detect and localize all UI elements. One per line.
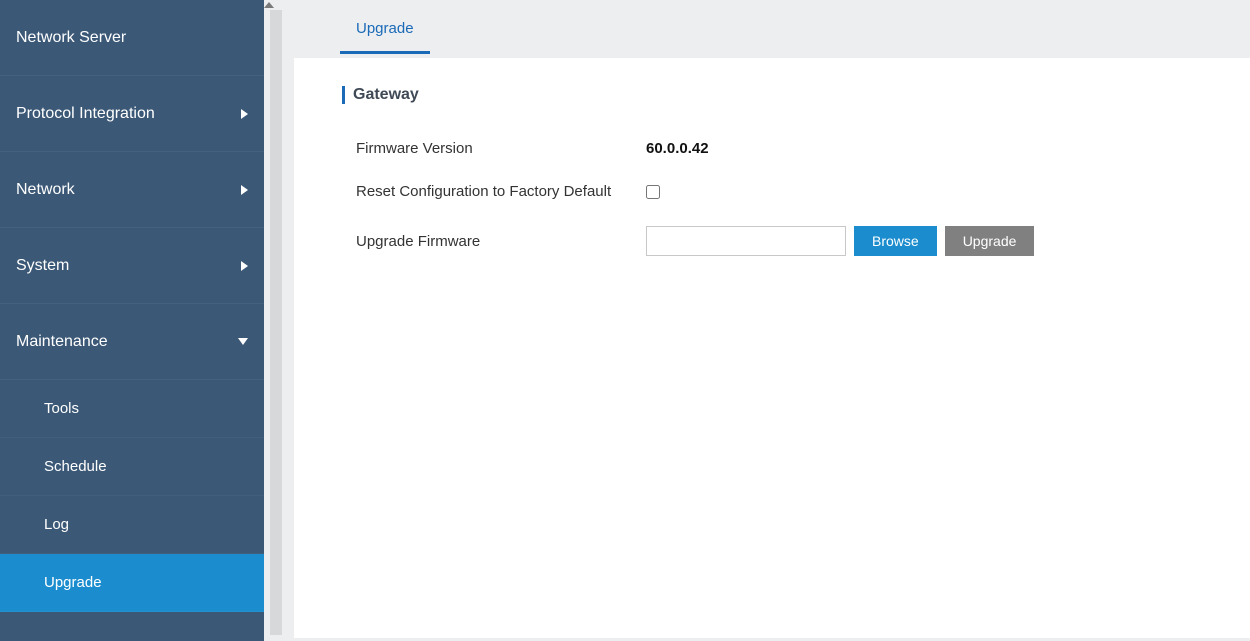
row-firmware-version: Firmware Version 60.0.0.42 (356, 140, 1202, 157)
input-firmware-file[interactable] (646, 226, 846, 256)
sidebar-subitem-label: Log (44, 516, 69, 533)
chevron-right-icon (241, 185, 248, 195)
sidebar-item-label: Maintenance (16, 333, 108, 351)
sidebar-item-network-server[interactable]: Network Server (0, 0, 264, 76)
label-upgrade-firmware: Upgrade Firmware (356, 233, 646, 250)
sidebar-item-label: Network (16, 181, 75, 199)
row-upgrade-firmware: Upgrade Firmware Browse Upgrade (356, 226, 1202, 256)
sidebar: Network Server Protocol Integration Netw… (0, 0, 264, 641)
browse-button[interactable]: Browse (854, 226, 937, 256)
sidebar-item-label: Network Server (16, 29, 126, 47)
section-title: Gateway (342, 86, 1202, 104)
sidebar-subitem-log[interactable]: Log (0, 496, 264, 554)
content-panel: Gateway Firmware Version 60.0.0.42 Reset… (294, 58, 1250, 638)
sidebar-subitem-schedule[interactable]: Schedule (0, 438, 264, 496)
row-reset-config: Reset Configuration to Factory Default (356, 183, 1202, 200)
chevron-down-icon (238, 338, 248, 345)
value-firmware-version: 60.0.0.42 (646, 140, 709, 157)
sidebar-subitem-label: Upgrade (44, 574, 102, 591)
chevron-right-icon (241, 109, 248, 119)
sidebar-item-maintenance[interactable]: Maintenance (0, 304, 264, 380)
sidebar-item-protocol-integration[interactable]: Protocol Integration (0, 76, 264, 152)
upgrade-button[interactable]: Upgrade (945, 226, 1035, 256)
main-content: Upgrade Gateway Firmware Version 60.0.0.… (264, 0, 1250, 641)
scrollbar[interactable] (270, 10, 282, 635)
checkbox-reset-config[interactable] (646, 185, 660, 199)
scroll-up-arrow-icon[interactable] (264, 2, 274, 8)
sidebar-item-system[interactable]: System (0, 228, 264, 304)
label-firmware-version: Firmware Version (356, 140, 646, 157)
tab-upgrade[interactable]: Upgrade (340, 8, 430, 54)
sidebar-subitem-label: Schedule (44, 458, 107, 475)
label-reset-config: Reset Configuration to Factory Default (356, 183, 646, 200)
tab-label: Upgrade (356, 20, 414, 37)
sidebar-subitem-label: Tools (44, 400, 79, 417)
tab-bar: Upgrade (340, 0, 1250, 58)
sidebar-subitem-upgrade[interactable]: Upgrade (0, 554, 264, 612)
chevron-right-icon (241, 261, 248, 271)
sidebar-item-label: System (16, 257, 69, 275)
sidebar-subitem-tools[interactable]: Tools (0, 380, 264, 438)
sidebar-item-network[interactable]: Network (0, 152, 264, 228)
sidebar-item-label: Protocol Integration (16, 105, 155, 123)
